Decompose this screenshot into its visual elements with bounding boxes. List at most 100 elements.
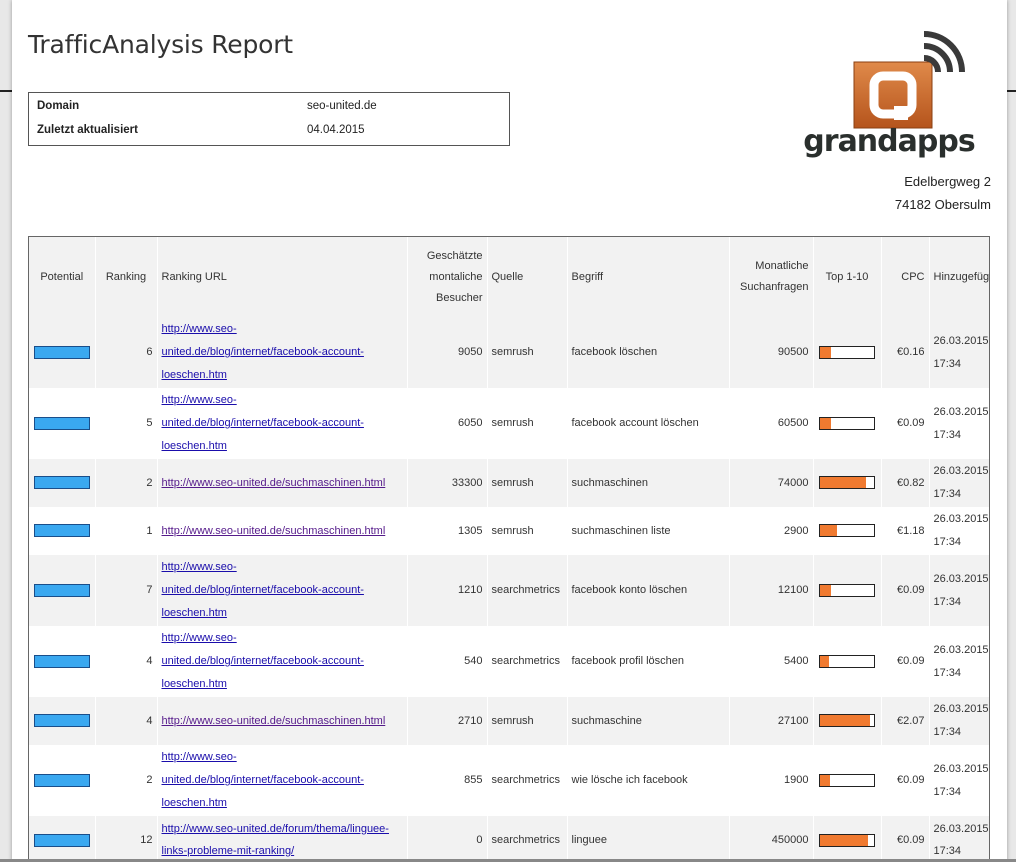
cell-term: suchmaschine <box>567 697 730 745</box>
ranking-url-link[interactable]: http://www.seo-united.de/blog/internet/f… <box>162 632 364 690</box>
header-added: Hinzugefügt <box>929 237 989 317</box>
header-potential: Potential <box>29 237 96 317</box>
ranking-url-link[interactable]: http://www.seo-united.de/blog/internet/f… <box>162 751 364 809</box>
cell-searches: 5400 <box>729 626 814 697</box>
table-row: 4 http://www.seo-united.de/blog/internet/… <box>29 626 989 697</box>
ranking-url-link[interactable]: http://www.seo-united.de/suchmaschinen.h… <box>162 525 386 537</box>
cell-cpc: €1.18 <box>881 507 930 555</box>
added-time: 17:34 <box>933 845 962 857</box>
cell-top <box>813 697 882 745</box>
ranking-url-link[interactable]: http://www.seo-united.de/blog/internet/f… <box>162 561 364 619</box>
cell-top <box>813 745 882 816</box>
logo-wordmark: grandapps <box>803 124 975 159</box>
cell-cpc: €0.82 <box>881 459 930 507</box>
added-date: 26.03.2015 <box>933 513 989 525</box>
top-rank-fill <box>820 774 830 786</box>
info-row-updated: Zuletzt aktualisiert 04.04.2015 <box>29 119 509 143</box>
top-rank-bar <box>819 773 875 787</box>
cell-added: 26.03.2015 17:34 <box>929 388 989 459</box>
cell-ranking-url: http://www.seo-united.de/blog/internet/f… <box>157 555 408 626</box>
top-rank-bar <box>819 714 875 728</box>
table-row: 6 http://www.seo-united.de/blog/internet/… <box>29 317 989 388</box>
company-address: Edelbergweg 2 74182 Obersulm <box>895 170 991 216</box>
cell-potential <box>29 507 96 555</box>
address-city: 74182 Obersulm <box>894 197 991 212</box>
ranking-url-link[interactable]: http://www.seo-united.de/forum/thema/lin… <box>162 823 389 857</box>
ranking-table: Potential Ranking Ranking URL Geschätzte… <box>29 237 989 862</box>
header-ranking: Ranking <box>95 237 158 317</box>
cell-top <box>813 626 882 697</box>
ranking-url-link[interactable]: http://www.seo-united.de/suchmaschinen.h… <box>162 715 386 727</box>
potential-bar <box>33 654 90 668</box>
cell-source: searchmetrics <box>487 626 568 697</box>
top-rank-fill <box>820 477 866 489</box>
added-time: 17:34 <box>933 785 962 798</box>
cell-added: 26.03.2015 17:34 <box>929 626 989 697</box>
cell-potential <box>29 745 96 816</box>
top-rank-fill <box>820 525 838 537</box>
cell-cpc: €0.09 <box>881 816 930 862</box>
cell-visitors: 9050 <box>407 317 488 388</box>
cell-searches: 12100 <box>729 555 814 626</box>
cell-visitors: 0 <box>407 816 488 862</box>
domain-info-box: Domain seo-united.de Zuletzt aktualisier… <box>28 92 510 146</box>
ranking-table-container: Potential Ranking Ranking URL Geschätzte… <box>28 236 990 862</box>
cell-ranking-url: http://www.seo-united.de/blog/internet/f… <box>157 317 408 388</box>
added-date: 26.03.2015 <box>933 572 989 585</box>
cell-ranking: 5 <box>95 388 158 459</box>
cell-ranking: 1 <box>95 507 158 555</box>
cell-added: 26.03.2015 17:34 <box>929 745 989 816</box>
added-date: 26.03.2015 <box>933 334 989 347</box>
cell-potential <box>29 317 96 388</box>
url-line: http://www.seo- <box>161 632 237 644</box>
cell-source: searchmetrics <box>487 745 568 816</box>
potential-bar <box>33 416 90 430</box>
header-cpc: CPC <box>881 237 930 317</box>
potential-bar <box>33 773 90 787</box>
cell-cpc: €0.16 <box>881 317 930 388</box>
cell-term: facebook profil löschen <box>567 626 730 697</box>
top-rank-fill <box>820 715 870 727</box>
cell-top <box>813 507 882 555</box>
header-visitors-line: Besucher <box>436 291 483 304</box>
top-rank-bar <box>819 654 875 668</box>
cell-potential <box>29 459 96 507</box>
cell-visitors: 33300 <box>407 459 488 507</box>
ranking-url-link[interactable]: http://www.seo-united.de/suchmaschinen.h… <box>162 477 386 489</box>
cell-cpc: €0.09 <box>881 555 930 626</box>
top-rank-bar <box>819 476 875 490</box>
cell-top <box>813 317 882 388</box>
added-time: 17:34 <box>933 666 962 679</box>
cell-cpc: €0.09 <box>881 388 930 459</box>
info-label: Domain <box>37 100 80 112</box>
url-line: united.de/blog/internet/facebook-account… <box>161 584 364 596</box>
url-line: loeschen.htm <box>161 678 227 690</box>
table-row: 2 http://www.seo-united.de/suchmaschinen.… <box>29 459 989 507</box>
url-line: http://www.seo-united.de/suchmaschinen.h… <box>161 476 386 489</box>
ranking-url-link[interactable]: http://www.seo-united.de/blog/internet/f… <box>162 323 364 381</box>
cell-ranking: 4 <box>95 697 158 745</box>
url-line: http://www.seo- <box>161 561 237 573</box>
url-line: loeschen.htm <box>161 440 227 452</box>
cell-cpc: €0.09 <box>881 626 930 697</box>
top-rank-fill <box>820 655 829 667</box>
cell-visitors: 2710 <box>407 697 488 745</box>
cell-searches: 2900 <box>729 507 814 555</box>
cell-term: facebook account löschen <box>567 388 730 459</box>
cell-visitors: 540 <box>407 626 488 697</box>
header-visitors: Geschätzte montaliche Besucher <box>407 237 488 317</box>
top-rank-bar <box>819 416 875 430</box>
cell-added: 26.03.2015 17:34 <box>929 459 989 507</box>
cell-ranking: 7 <box>95 555 158 626</box>
cell-added: 26.03.2015 17:34 <box>929 697 989 745</box>
cell-top <box>813 459 882 507</box>
top-rank-fill <box>820 834 868 846</box>
url-line: loeschen.htm <box>161 797 227 809</box>
cell-ranking-url: http://www.seo-united.de/forum/thema/lin… <box>157 816 408 862</box>
cell-top <box>813 555 882 626</box>
cell-ranking-url: http://www.seo-united.de/suchmaschinen.h… <box>157 459 408 507</box>
header-source: Quelle <box>487 237 568 317</box>
url-line: http://www.seo- <box>161 323 237 335</box>
header-searches: Monatliche Suchanfragen <box>729 237 814 317</box>
ranking-url-link[interactable]: http://www.seo-united.de/blog/internet/f… <box>162 394 364 452</box>
